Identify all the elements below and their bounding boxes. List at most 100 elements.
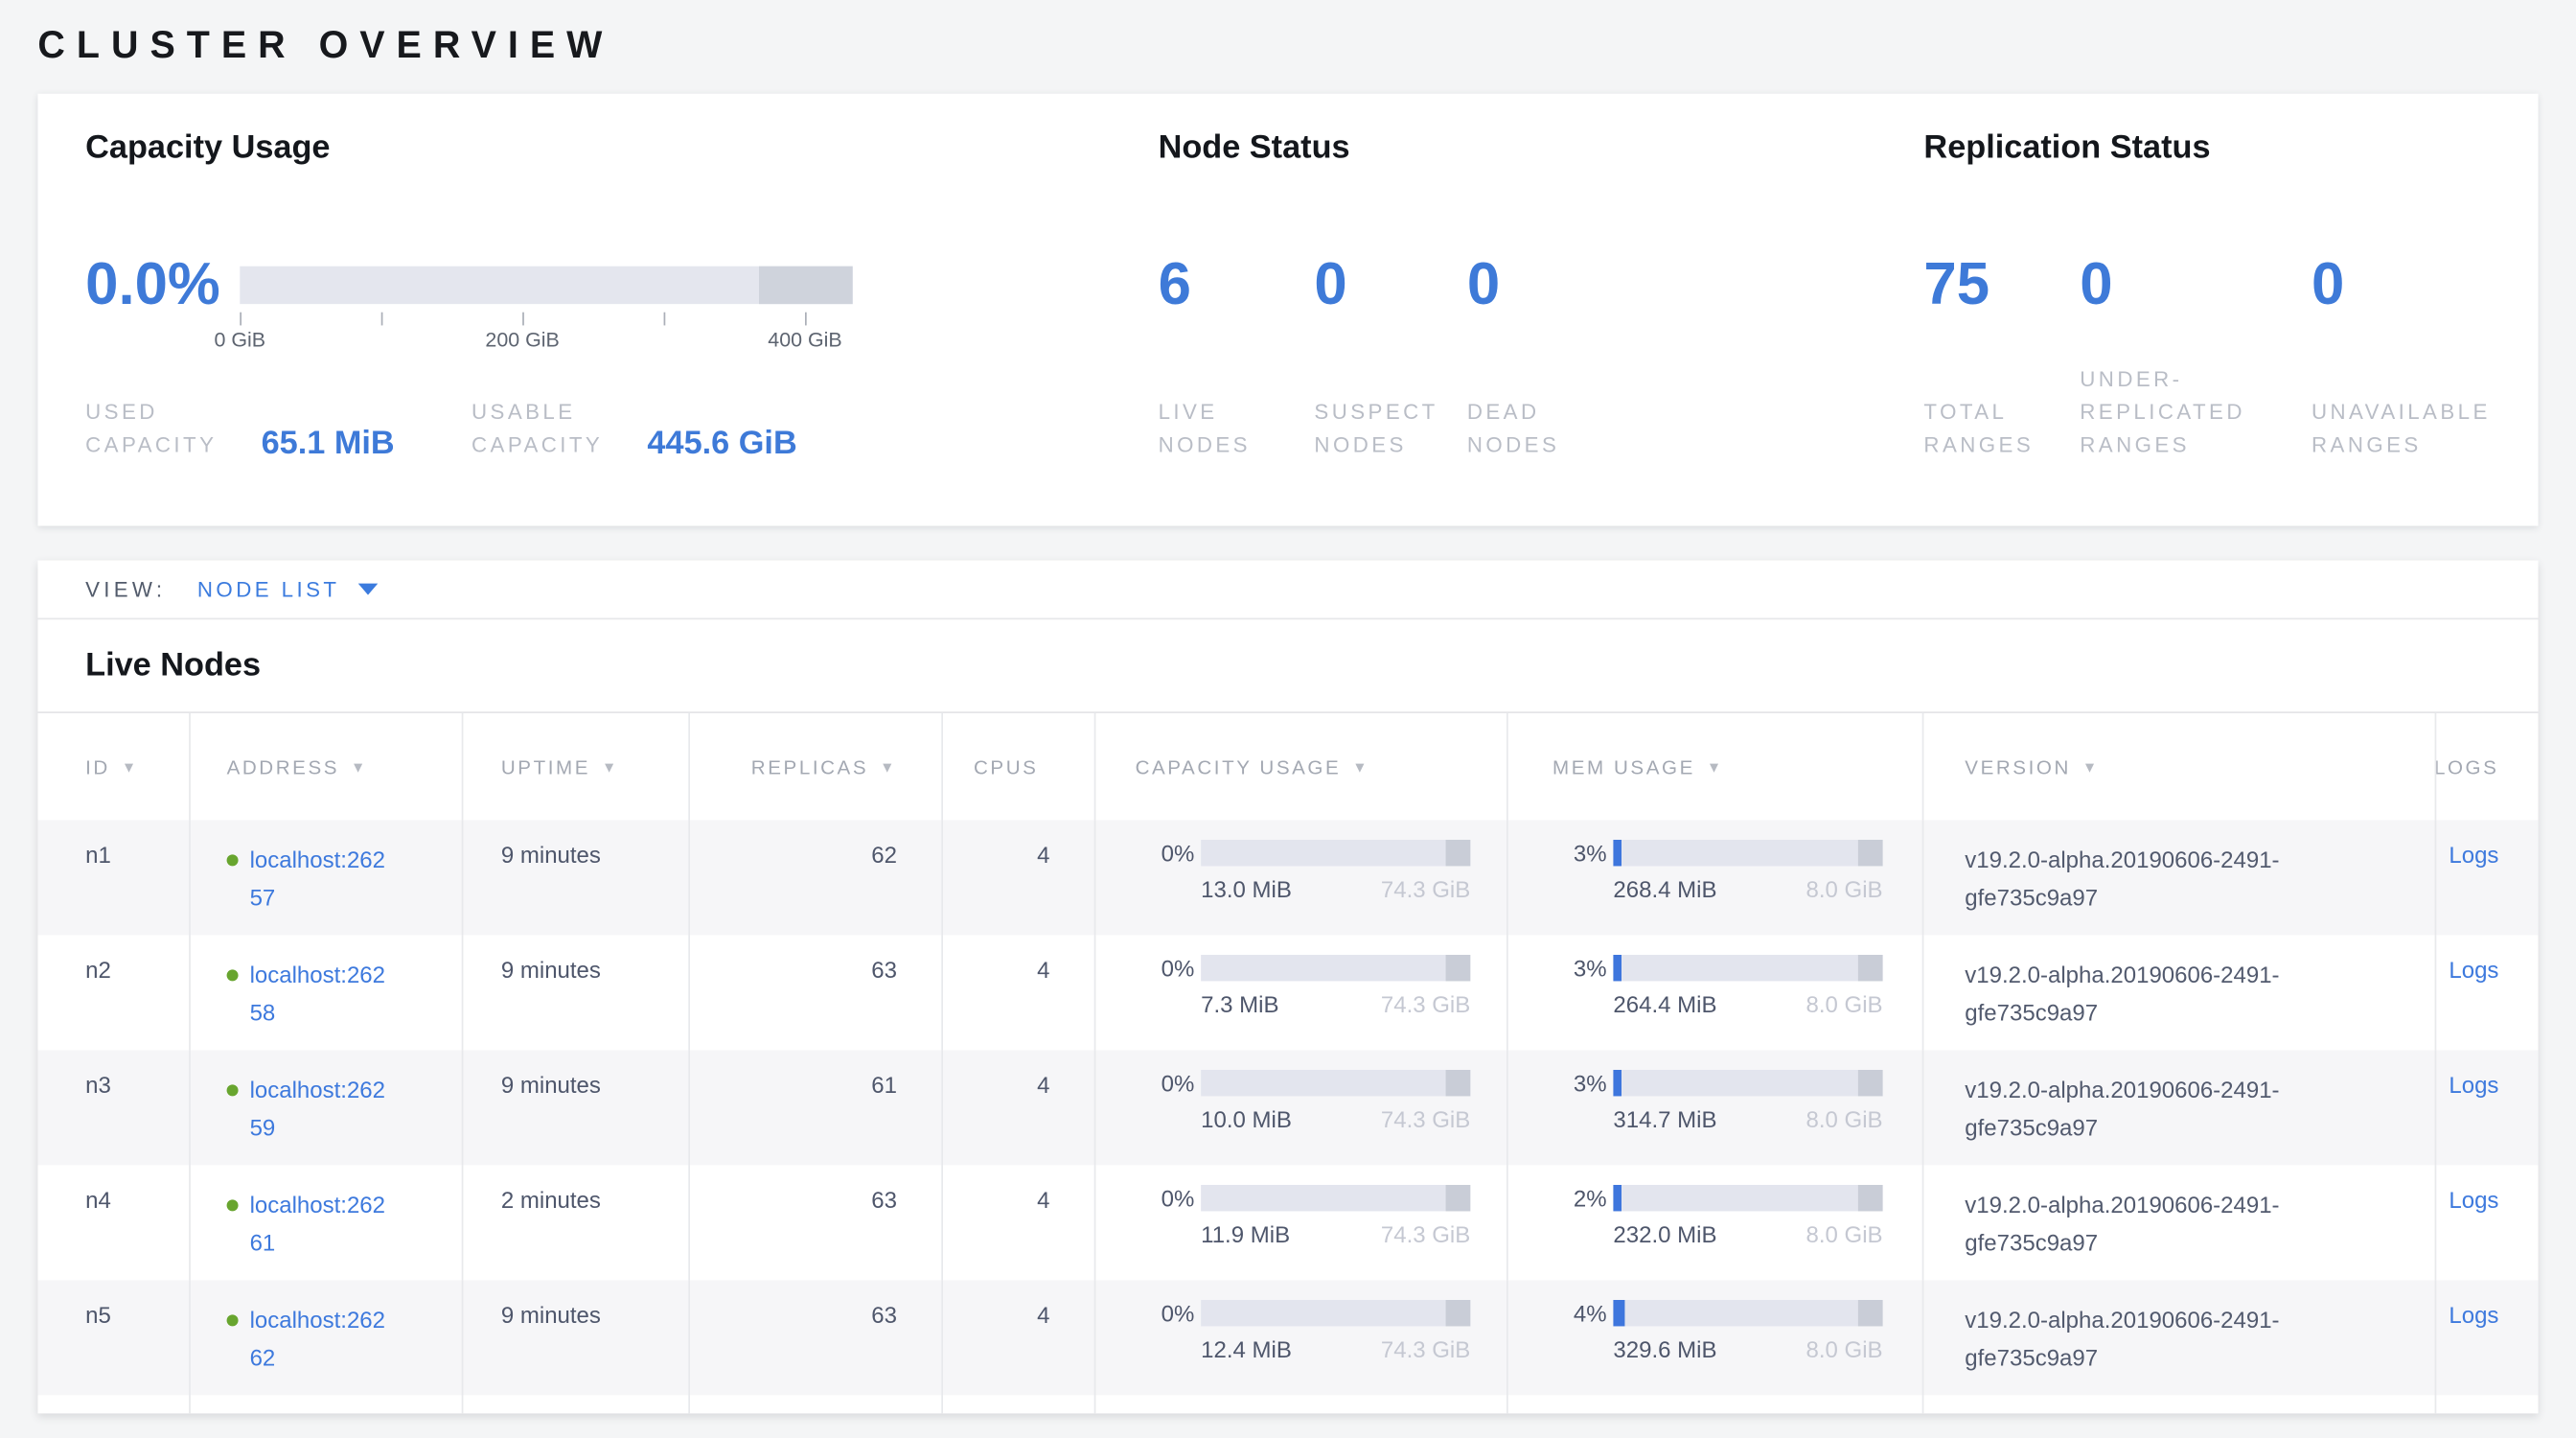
- version-value: v19.2.0-alpha.20190606-2491-gfe735c9a97: [1965, 1187, 2316, 1263]
- version-value: v19.2.0-alpha.20190606-2491-gfe735c9a97: [1965, 957, 2316, 1032]
- logs-cell: Logs: [2435, 1050, 2539, 1165]
- capacity-bar-dark-segment: [1446, 840, 1471, 866]
- logs-cell: Logs: [2435, 935, 2539, 1050]
- view-bar: VIEW: NODE LIST: [37, 561, 2538, 620]
- live-nodes-stat: 6 LIVE NODES: [1159, 251, 1315, 461]
- mem-usage-cell: 3% 314.7 MiB 8.0 GiB: [1506, 1050, 1922, 1165]
- cpus-cell: 4: [941, 1280, 1093, 1395]
- mem-total-value: 8.0 GiB: [1806, 1106, 1883, 1132]
- logs-link[interactable]: Logs: [2449, 1072, 2498, 1098]
- mem-usage-cell: 3% 264.4 MiB 8.0 GiB: [1506, 935, 1922, 1050]
- capacity-total-value: 74.3 GiB: [1381, 876, 1470, 902]
- cpus-cell: 4: [941, 1165, 1093, 1280]
- version-value: v19.2.0-alpha.20190606-2491-gfe735c9a97: [1965, 1302, 2316, 1378]
- axis-tick-label: 200 GiB: [485, 329, 559, 352]
- live-status-dot: [227, 969, 239, 981]
- table-row: n5 localhost:26262 9 minutes 63 4 0% 12.…: [37, 1280, 2538, 1395]
- mem-mini-bar: [1613, 1300, 1882, 1326]
- column-header-replicas[interactable]: REPLICAS▼: [688, 713, 941, 820]
- mem-bar-dark-segment: [1858, 1070, 1883, 1096]
- axis-tick: [381, 313, 383, 326]
- column-header-version[interactable]: VERSION▼: [1922, 713, 2435, 820]
- under-replicated-ranges-stat: 0 UNDER-REPLICATED RANGES: [2080, 251, 2312, 461]
- node-list-dropdown[interactable]: NODE LIST: [197, 577, 378, 602]
- capacity-total-value: 74.3 GiB: [1381, 1336, 1470, 1362]
- capacity-mini-bar: [1201, 840, 1470, 866]
- used-capacity: USED CAPACITY 65.1 MiB: [85, 396, 395, 462]
- table-row: n4 localhost:26261 2 minutes 63 4 0% 11.…: [37, 1165, 2538, 1280]
- replicas-cell: [688, 1395, 941, 1413]
- uptime-cell: [462, 1395, 689, 1413]
- capacity-bar-dark-segment: [1446, 1185, 1471, 1211]
- mem-bar-dark-segment: [1858, 955, 1883, 981]
- capacity-bar-dark-segment: [1446, 1070, 1471, 1096]
- mem-mini-bar: [1613, 840, 1882, 866]
- uptime-cell: 9 minutes: [462, 1280, 689, 1395]
- mem-percent-label: 4%: [1508, 1300, 1607, 1326]
- live-status-dot: [227, 854, 239, 866]
- table-row: n3 localhost:26259 9 minutes 61 4 0% 10.…: [37, 1050, 2538, 1165]
- replication-status-title: Replication Status: [1923, 129, 2210, 167]
- column-header-id[interactable]: ID▼: [37, 713, 189, 820]
- node-address-link[interactable]: localhost:26262: [250, 1302, 391, 1378]
- node-address-cell: [189, 1395, 462, 1413]
- logs-link[interactable]: Logs: [2449, 1302, 2498, 1328]
- node-address-link[interactable]: localhost:26258: [250, 957, 391, 1032]
- mem-bar-fill: [1613, 1300, 1624, 1326]
- logs-link[interactable]: Logs: [2449, 1187, 2498, 1213]
- usable-capacity-value: 445.6 GiB: [647, 426, 796, 463]
- live-status-dot: [227, 1314, 239, 1326]
- mem-used-value: 268.4 MiB: [1613, 876, 1716, 902]
- node-id: n2: [85, 957, 111, 983]
- version-cell: [1922, 1395, 2435, 1413]
- capacity-total-value: 74.3 GiB: [1381, 1106, 1470, 1132]
- stat-label: SUSPECT NODES: [1314, 396, 1461, 462]
- mem-percent-label: 3%: [1508, 1070, 1607, 1096]
- node-address-link[interactable]: localhost:26259: [250, 1072, 391, 1148]
- cluster-overview-page: CLUSTER OVERVIEW Capacity Usage 0.0% 0 G…: [0, 0, 2576, 1438]
- capacity-used-value: 12.4 MiB: [1201, 1336, 1292, 1362]
- stat-label: UNAVAILABLE RANGES: [2312, 396, 2505, 462]
- stat-label: UNDER-REPLICATED RANGES: [2080, 363, 2273, 462]
- live-nodes-panel: VIEW: NODE LIST Live Nodes ID▼ ADDRESS▼ …: [37, 561, 2538, 1414]
- capacity-mini-bar: [1201, 955, 1470, 981]
- mem-bar-fill: [1613, 955, 1622, 981]
- cpus-cell: 4: [941, 1050, 1093, 1165]
- replication-status-stats: 75 TOTAL RANGES 0 UNDER-REPLICATED RANGE…: [1923, 251, 2517, 461]
- capacity-mini-bar: [1201, 1185, 1470, 1211]
- logs-link[interactable]: Logs: [2449, 957, 2498, 983]
- node-address-link[interactable]: localhost:26257: [250, 842, 391, 917]
- version-value: v19.2.0-alpha.20190606-2491-gfe735c9a97: [1965, 842, 2316, 917]
- axis-tick-label: 400 GiB: [768, 329, 841, 352]
- view-label: VIEW:: [85, 577, 166, 602]
- replicas-cell: 61: [688, 1050, 941, 1165]
- column-header-capacity-usage[interactable]: CAPACITY USAGE▼: [1094, 713, 1506, 820]
- total-ranges-stat: 75 TOTAL RANGES: [1923, 251, 2080, 461]
- node-id: n5: [85, 1302, 111, 1328]
- uptime-cell: 9 minutes: [462, 820, 689, 935]
- mem-bar-dark-segment: [1858, 1185, 1883, 1211]
- column-header-uptime[interactable]: UPTIME▼: [462, 713, 689, 820]
- column-header-logs: LOGS: [2435, 713, 2539, 820]
- logs-link[interactable]: Logs: [2449, 842, 2498, 868]
- column-header-address[interactable]: ADDRESS▼: [189, 713, 462, 820]
- capacity-usage-title: Capacity Usage: [85, 129, 330, 167]
- mem-bar-fill: [1613, 1185, 1622, 1211]
- stat-value: 0: [1314, 251, 1466, 317]
- mem-total-value: 8.0 GiB: [1806, 1336, 1883, 1362]
- capacity-usage-cell: [1094, 1395, 1506, 1413]
- sort-desc-icon: ▼: [351, 758, 368, 775]
- axis-tick: [805, 313, 807, 326]
- live-status-dot: [227, 1199, 239, 1211]
- node-address-cell: localhost:26257: [189, 820, 462, 935]
- replicas-cell: 63: [688, 935, 941, 1050]
- version-cell: v19.2.0-alpha.20190606-2491-gfe735c9a97: [1922, 935, 2435, 1050]
- node-address-link[interactable]: localhost:26261: [250, 1187, 391, 1263]
- capacity-used-value: 7.3 MiB: [1201, 991, 1278, 1017]
- logs-cell: Logs: [2435, 1280, 2539, 1395]
- sort-desc-icon: ▼: [1352, 758, 1369, 775]
- stat-value: 0: [2080, 251, 2312, 317]
- mem-total-value: 8.0 GiB: [1806, 1221, 1883, 1247]
- uptime-cell: 9 minutes: [462, 1050, 689, 1165]
- column-header-mem-usage[interactable]: MEM USAGE▼: [1506, 713, 1922, 820]
